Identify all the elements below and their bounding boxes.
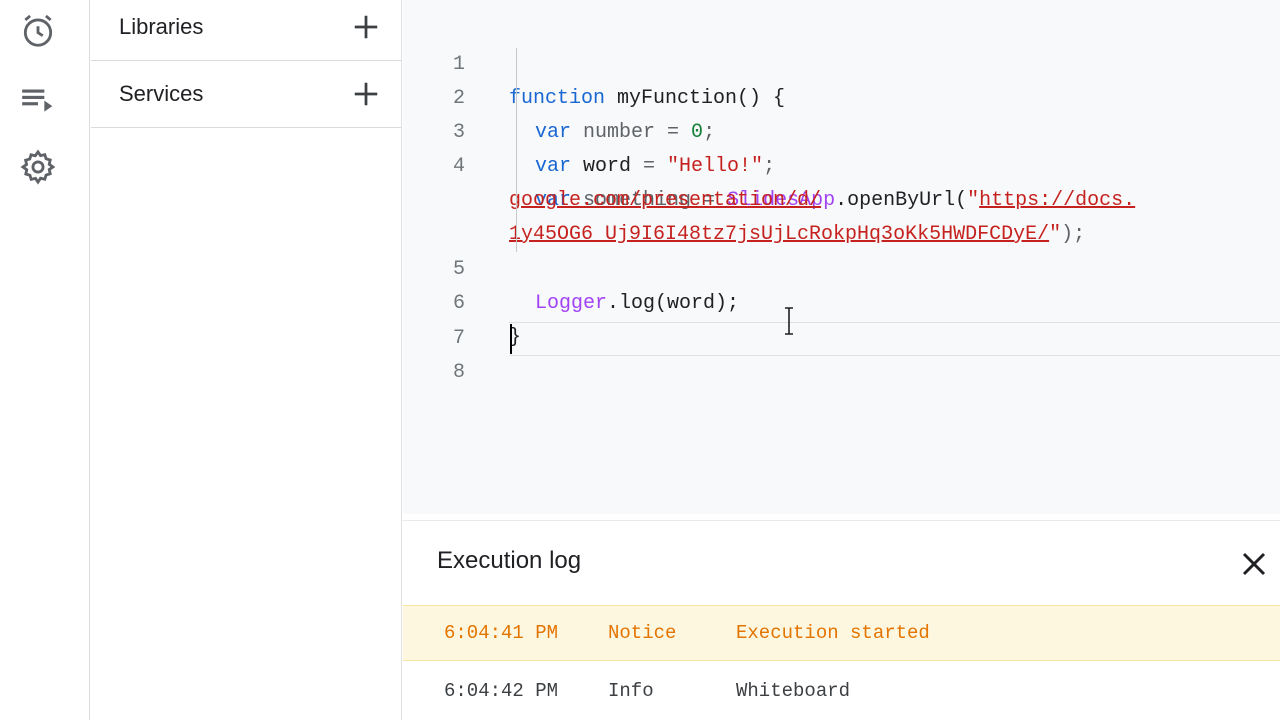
line-number: 8 (452, 361, 465, 384)
add-service-button[interactable] (350, 78, 382, 110)
log-level: Notice (608, 622, 677, 644)
code-editor[interactable]: 1 function myFunction() { 2 var number =… (403, 0, 1280, 514)
add-library-button[interactable] (350, 11, 382, 43)
code-line: 1 function myFunction() { (403, 14, 1280, 110)
plus-icon (354, 82, 378, 106)
log-time: 6:04:41 PM (444, 622, 559, 644)
triggers-alarm-clock-icon[interactable] (17, 10, 59, 52)
libraries-label: Libraries (119, 14, 204, 39)
log-row-info: 6:04:42 PM Info Whiteboard (403, 663, 1280, 719)
code-line-wrap: google.com/presentation/d/ (403, 150, 1280, 212)
execution-log-panel: Execution log 6:04:41 PM Notice Executio… (403, 520, 1280, 720)
code-line-wrap: 1y45OG6_Uj9I6I48tz7jsUjLcRokpHq3oKk5HWDF… (403, 184, 1280, 246)
execution-log-title: Execution log (437, 547, 582, 574)
ibeam-cursor-icon (785, 307, 793, 335)
code-line: 5 Logger.log(word); (403, 219, 1280, 315)
panel-divider (91, 60, 402, 61)
code-line: 2 var number = 0; (403, 48, 1280, 144)
code-line: 6 } (403, 253, 1280, 349)
services-label: Services (119, 81, 204, 106)
log-message: Whiteboard (736, 680, 851, 702)
project-settings-gear-icon[interactable] (17, 146, 59, 188)
left-icon-rail (0, 0, 90, 720)
libraries-row: Libraries (91, 0, 402, 58)
services-row: Services (91, 63, 402, 125)
log-level: Info (608, 680, 654, 702)
resources-panel: Libraries Services (91, 0, 402, 720)
close-execution-log-button[interactable] (1239, 549, 1269, 579)
code-line: 7 (403, 288, 1280, 350)
code-line: 8 (403, 322, 1280, 384)
log-row-notice: 6:04:41 PM Notice Execution started (403, 605, 1280, 661)
code-line: 4 var something = SlidesApp.openByUrl("h… (403, 116, 1280, 212)
code-line: 3 var word = "Hello!"; (403, 82, 1280, 178)
executions-playlist-play-icon[interactable] (17, 78, 59, 120)
log-time: 6:04:42 PM (444, 680, 559, 702)
plus-icon (354, 15, 378, 39)
indent-guide (516, 48, 517, 252)
log-message: Execution started (736, 622, 930, 644)
close-icon (1242, 552, 1266, 576)
text-cursor (510, 324, 512, 354)
panel-divider (91, 127, 402, 128)
